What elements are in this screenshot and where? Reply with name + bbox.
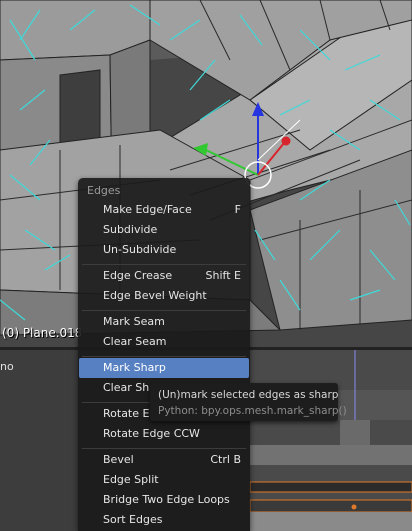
menu-separator bbox=[82, 448, 246, 449]
menu-item-label: Un-Subdivide bbox=[103, 243, 177, 256]
menu-item-edge-bevel-weight[interactable]: Edge Bevel Weight bbox=[79, 286, 249, 306]
menu-item-shortcut: Shift E bbox=[205, 269, 241, 282]
menu-item-label: Clear Seam bbox=[103, 335, 167, 348]
menu-separator bbox=[82, 356, 246, 357]
menu-item-clear-seam[interactable]: Clear Seam bbox=[79, 332, 249, 352]
active-object-label: (0) Plane.018 bbox=[2, 326, 83, 340]
menu-item-label: Edge Bevel Weight bbox=[103, 289, 207, 302]
edges-menu: Edges Make Edge/Face F Subdivide Un-Subd… bbox=[78, 178, 250, 531]
pane-header-text: no bbox=[0, 360, 14, 373]
menu-item-sort-edges[interactable]: Sort Edges bbox=[79, 510, 249, 530]
menu-item-edge-split[interactable]: Edge Split bbox=[79, 470, 249, 490]
menu-item-rotate-edge-ccw[interactable]: Rotate Edge CCW bbox=[79, 424, 249, 444]
menu-item-label: Rotate Edge CCW bbox=[103, 427, 200, 440]
menu-separator bbox=[82, 264, 246, 265]
menu-item-label: Mark Sharp bbox=[103, 361, 166, 374]
menu-item-un-subdivide[interactable]: Un-Subdivide bbox=[79, 240, 249, 260]
menu-item-label: Mark Seam bbox=[103, 315, 165, 328]
menu-item-mark-sharp[interactable]: Mark Sharp bbox=[79, 358, 249, 378]
tooltip: (Un)mark selected edges as sharp Python:… bbox=[150, 383, 347, 421]
menu-item-make-edge-face[interactable]: Make Edge/Face F bbox=[79, 200, 249, 220]
menu-item-bevel[interactable]: Bevel Ctrl B bbox=[79, 450, 249, 470]
menu-item-label: Edge Split bbox=[103, 473, 159, 486]
menu-item-label: Bevel bbox=[103, 453, 134, 466]
menu-item-label: Make Edge/Face bbox=[103, 203, 192, 216]
menu-item-shortcut: F bbox=[234, 203, 241, 216]
menu-item-mark-seam[interactable]: Mark Seam bbox=[79, 312, 249, 332]
menu-item-shortcut: Ctrl B bbox=[210, 453, 241, 466]
tooltip-description: (Un)mark selected edges as sharp bbox=[158, 389, 339, 401]
menu-item-subdivide[interactable]: Subdivide bbox=[79, 220, 249, 240]
menu-item-label: Sort Edges bbox=[103, 513, 163, 526]
menu-title: Edges bbox=[87, 184, 121, 197]
menu-separator bbox=[82, 310, 246, 311]
menu-item-bridge-two-edge-loops[interactable]: Bridge Two Edge Loops bbox=[79, 490, 249, 510]
menu-item-label: Subdivide bbox=[103, 223, 158, 236]
tooltip-python: Python: bpy.ops.mesh.mark_sharp() bbox=[158, 405, 347, 417]
menu-item-label: Bridge Two Edge Loops bbox=[103, 493, 230, 506]
menu-item-label: Edge Crease bbox=[103, 269, 173, 282]
menu-item-edge-crease[interactable]: Edge Crease Shift E bbox=[79, 266, 249, 286]
